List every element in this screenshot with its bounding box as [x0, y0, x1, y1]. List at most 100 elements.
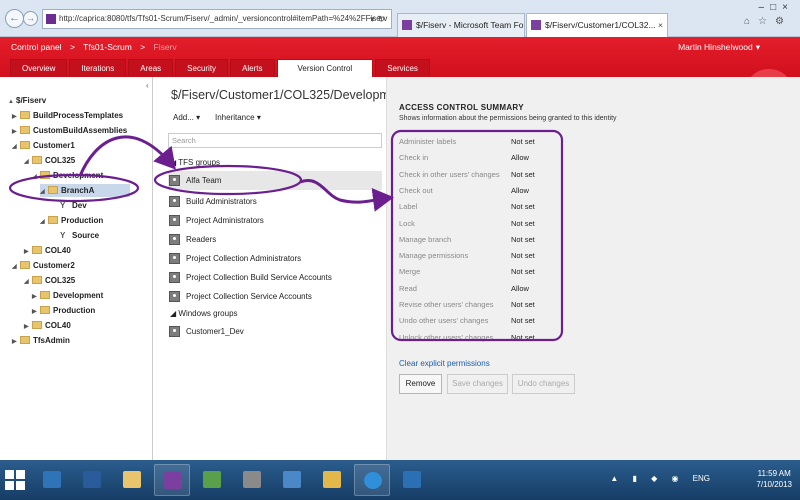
permission-value[interactable]: Not set	[511, 219, 535, 228]
tree-item[interactable]: ◢ COL325	[24, 154, 75, 167]
tab-overview[interactable]: Overview	[10, 59, 68, 77]
inheritance-menu-button[interactable]: Inheritance ▾	[215, 113, 261, 122]
tab-iterations[interactable]: Iterations	[69, 59, 127, 77]
permission-value[interactable]: Allow	[511, 186, 529, 195]
expand-arrow-icon[interactable]: ▶	[32, 306, 40, 319]
browser-tools-icons[interactable]: ⌂☆⚙	[744, 16, 792, 27]
taskbar-app-store[interactable]	[394, 464, 430, 496]
expand-arrow-icon[interactable]: ▶	[12, 336, 20, 349]
undo-changes-button[interactable]: Undo changes	[512, 374, 575, 394]
tab-alerts[interactable]: Alerts	[230, 59, 275, 77]
breadcrumb-project[interactable]: Fiserv	[154, 42, 177, 52]
tree-item[interactable]: ▲ $/Fiserv	[8, 94, 46, 107]
browser-tab-2[interactable]: $/Fiserv/Customer1/COL32... ×	[526, 13, 668, 37]
search-input[interactable]: Search	[168, 133, 382, 148]
tree-item[interactable]: Y Dev	[52, 199, 87, 212]
taskbar-app-folder[interactable]	[114, 464, 150, 496]
permission-value[interactable]: Not set	[511, 333, 535, 342]
group-label: Readers	[186, 235, 217, 244]
address-controls[interactable]: ▾↻	[370, 10, 388, 28]
language-indicator[interactable]: ENG	[693, 474, 710, 483]
tree-item[interactable]: ▶ BuildProcessTemplates	[12, 109, 123, 122]
tree-item[interactable]: ▶ TfsAdmin	[12, 334, 70, 347]
clear-permissions-link[interactable]: Clear explicit permissions	[399, 359, 490, 368]
tree-item[interactable]: ◢ Development	[32, 169, 103, 182]
taskbar-app-powershell[interactable]	[74, 464, 110, 496]
system-tray-icons[interactable]: ▲ ▮ ◆ ◉ ENG	[610, 474, 710, 483]
tree-item[interactable]: ◢ BranchA	[40, 184, 130, 197]
clock[interactable]: 11:59 AM 7/10/2013	[756, 468, 792, 490]
permission-value[interactable]: Not set	[511, 316, 535, 325]
tree-item[interactable]: ◢ Production	[40, 214, 103, 227]
breadcrumb-control-panel[interactable]: Control panel	[11, 42, 62, 52]
expand-arrow-icon[interactable]: ▶	[12, 111, 20, 124]
list-item[interactable]: Build Administrators	[168, 192, 382, 211]
folder-icon	[32, 321, 42, 329]
permission-value[interactable]: Not set	[511, 170, 535, 179]
add-menu-button[interactable]: Add... ▾	[173, 113, 200, 122]
tree-item[interactable]: ◢ Customer2	[12, 259, 75, 272]
permission-value[interactable]: Not set	[511, 137, 535, 146]
expand-arrow-icon[interactable]: ▶	[12, 126, 20, 139]
user-menu[interactable]: Martin Hinshelwood ▾	[678, 42, 760, 53]
window-controls[interactable]: –□×	[759, 2, 794, 13]
address-bar[interactable]: http://caprica:8080/tfs/Tfs01-Scrum/Fise…	[42, 9, 392, 29]
tab-areas[interactable]: Areas	[128, 59, 174, 77]
tree-item[interactable]: ◢ Customer1	[12, 139, 75, 152]
start-button[interactable]	[5, 470, 27, 492]
tree-item[interactable]: ◢ COL325	[24, 274, 75, 287]
taskbar-app-server[interactable]	[234, 464, 270, 496]
tree-item[interactable]: ▶ COL40	[24, 244, 71, 257]
close-tab-icon[interactable]: ×	[658, 14, 663, 36]
collapse-arrow-icon[interactable]: ◢	[12, 261, 20, 274]
tab-security[interactable]: Security	[175, 59, 229, 77]
taskbar-app-explorer[interactable]	[34, 464, 70, 496]
tree-item[interactable]: ▶ COL40	[24, 319, 71, 332]
collapse-panel-icon[interactable]: ‹	[146, 81, 149, 90]
list-item[interactable]: Project Collection Administrators	[168, 249, 382, 268]
permission-value[interactable]: Allow	[511, 284, 529, 293]
list-item[interactable]: Project Collection Service Accounts	[168, 287, 382, 306]
tab-services[interactable]: Services	[375, 59, 430, 77]
browser-tab-1[interactable]: $/Fiserv - Microsoft Team Fou...	[397, 13, 525, 37]
list-item[interactable]: Project Collection Build Service Account…	[168, 268, 382, 287]
tree-item[interactable]: ▶ CustomBuildAssemblies	[12, 124, 127, 137]
expand-arrow-icon[interactable]: ▶	[24, 321, 32, 334]
permission-value[interactable]: Not set	[511, 267, 535, 276]
collapse-arrow-icon[interactable]: ▲	[8, 96, 16, 109]
tfs-groups-header[interactable]: ◢ TFS groups	[170, 158, 220, 167]
expand-arrow-icon[interactable]: ▶	[24, 246, 32, 259]
list-item-customer1-dev[interactable]: Customer1_Dev	[168, 322, 382, 341]
expand-arrow-icon[interactable]: ▶	[32, 291, 40, 304]
collapse-arrow-icon[interactable]: ◢	[32, 171, 40, 184]
list-item[interactable]: Project Administrators	[168, 211, 382, 230]
collapse-arrow-icon[interactable]: ◢	[24, 276, 32, 289]
forward-button[interactable]: →	[23, 11, 38, 26]
list-item[interactable]: Readers	[168, 230, 382, 249]
taskbar-app-remote[interactable]	[274, 464, 310, 496]
permission-value[interactable]: Not set	[511, 300, 535, 309]
save-changes-button[interactable]: Save changes	[447, 374, 508, 394]
collapse-arrow-icon[interactable]: ◢	[24, 156, 32, 169]
back-button[interactable]: ←	[5, 9, 24, 28]
permission-value[interactable]: Not set	[511, 251, 535, 260]
permission-value[interactable]: Not set	[511, 235, 535, 244]
taskbar-app-mail[interactable]	[314, 464, 350, 496]
taskbar-app-package[interactable]	[194, 464, 230, 496]
taskbar-app-visual-studio[interactable]	[154, 464, 190, 496]
tab-version-control[interactable]: Version Control	[276, 59, 374, 77]
collapse-arrow-icon[interactable]: ◢	[40, 216, 48, 229]
tree-item[interactable]: ▶ Production	[32, 304, 95, 317]
tree-item[interactable]: ▶ Development	[32, 289, 103, 302]
collapse-arrow-icon[interactable]: ◢	[40, 186, 48, 199]
remove-button[interactable]: Remove	[399, 374, 442, 394]
tree-item[interactable]: Y Source	[52, 229, 99, 242]
permission-value[interactable]: Not set	[511, 202, 535, 211]
taskbar-app-internet-explorer[interactable]	[354, 464, 390, 496]
breadcrumb-sep: >	[140, 42, 146, 52]
windows-groups-header[interactable]: ◢ Windows groups	[170, 309, 238, 318]
collapse-arrow-icon[interactable]: ◢	[12, 141, 20, 154]
breadcrumb-collection[interactable]: Tfs01-Scrum	[83, 42, 132, 52]
permission-value[interactable]: Allow	[511, 153, 529, 162]
list-item[interactable]: Alfa Team	[168, 171, 382, 190]
